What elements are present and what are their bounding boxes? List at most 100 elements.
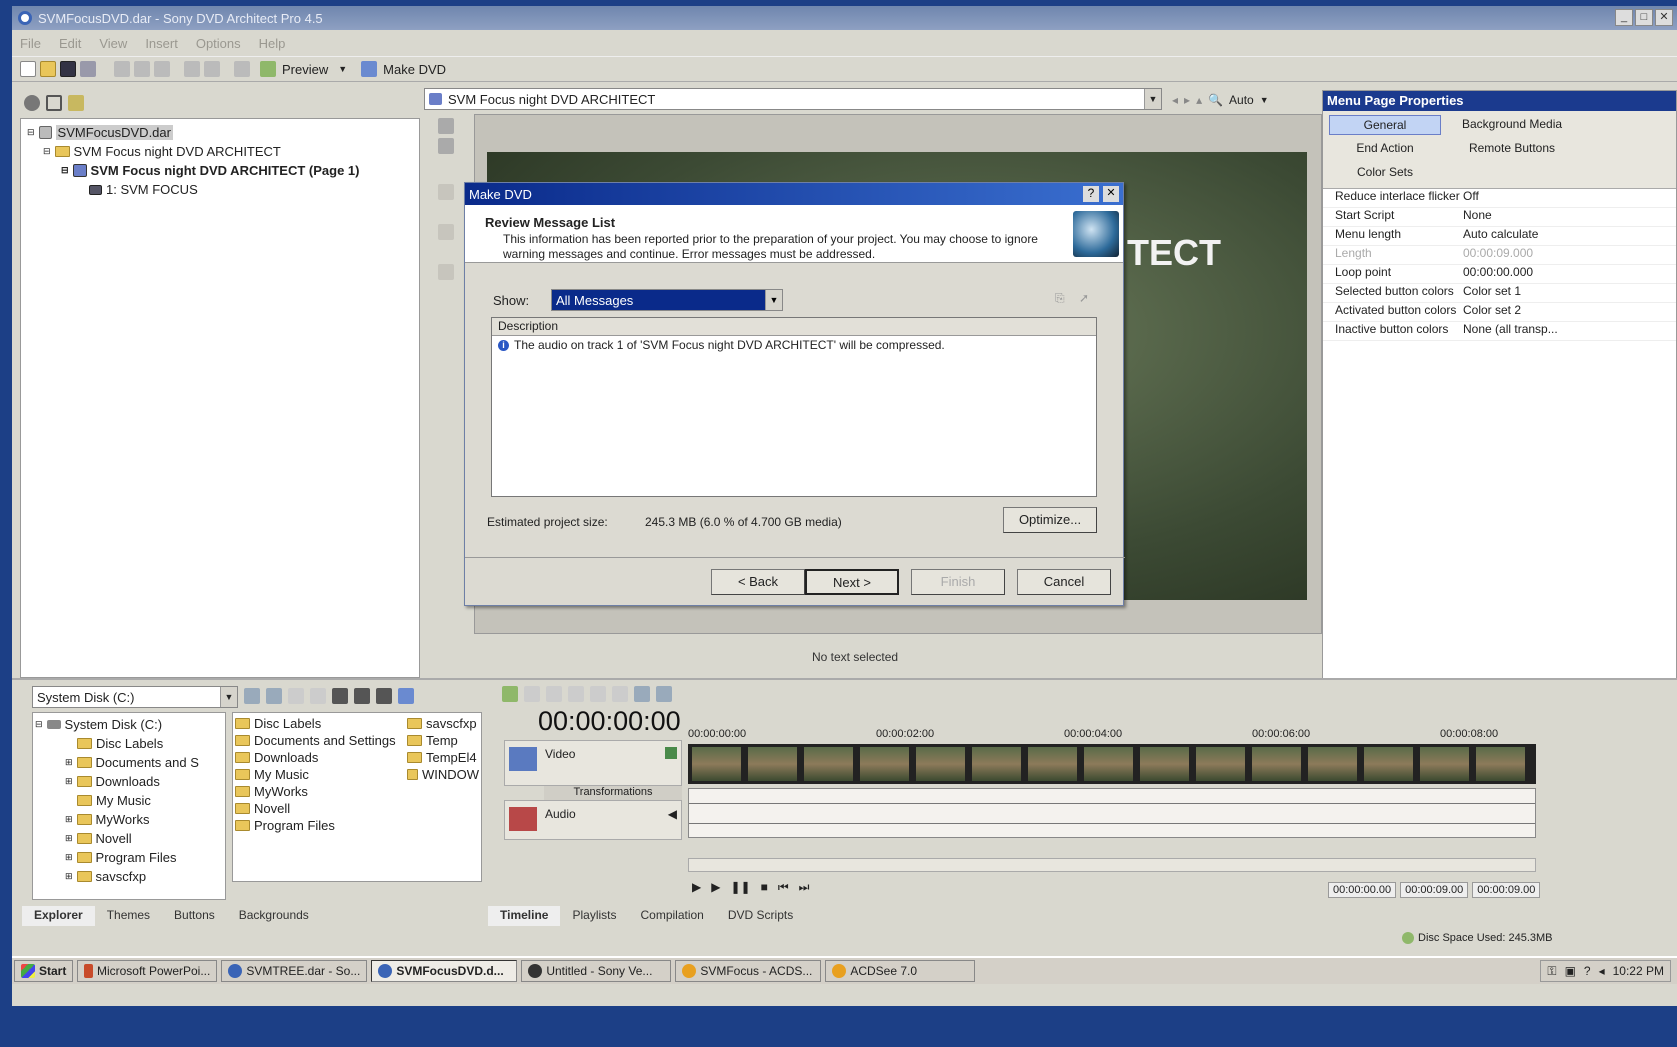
delete-icon[interactable] xyxy=(288,688,304,704)
tab-themes[interactable]: Themes xyxy=(95,906,162,926)
cut-icon[interactable] xyxy=(114,61,130,77)
nav-up-icon[interactable]: ▴ xyxy=(1196,93,1202,107)
selection-end[interactable]: 00:00:09.00 xyxy=(1400,882,1469,898)
zoom-icon[interactable]: 🔍 xyxy=(1208,93,1223,107)
pane-splitter[interactable] xyxy=(12,678,1677,680)
nav-forward-icon[interactable]: ▸ xyxy=(1184,93,1190,107)
menu-edit[interactable]: Edit xyxy=(59,36,81,51)
copy-icon[interactable] xyxy=(134,61,150,77)
snap-icon[interactable] xyxy=(634,686,650,702)
paste-icon[interactable] xyxy=(568,686,584,702)
make-dvd-icon[interactable] xyxy=(361,61,378,77)
minimize-button[interactable]: _ xyxy=(1615,9,1633,26)
prop-row[interactable]: Menu length Auto calculate xyxy=(1323,227,1676,246)
selection-start[interactable]: 00:00:00.00 xyxy=(1328,882,1397,898)
tree-drive[interactable]: ⊟ System Disk (C:) xyxy=(35,715,223,734)
move-tool-icon[interactable] xyxy=(438,138,454,154)
tab-compilation[interactable]: Compilation xyxy=(628,906,715,926)
file-item[interactable]: TempEl4 xyxy=(407,749,479,766)
go-to-end-icon[interactable]: ⏭ xyxy=(799,880,810,898)
tray-help-icon[interactable]: ? xyxy=(1584,964,1591,978)
menu-file[interactable]: File xyxy=(20,36,41,51)
tree-root[interactable]: ⊟ SVMFocusDVD.dar xyxy=(27,123,413,142)
chevron-down-icon[interactable]: ▼ xyxy=(1144,89,1161,109)
settings-icon[interactable] xyxy=(24,95,40,111)
file-item[interactable]: Downloads xyxy=(235,749,407,766)
taskbar-item[interactable]: Untitled - Sony Ve... xyxy=(521,960,672,982)
copy-icon[interactable] xyxy=(546,686,562,702)
timeline-ruler[interactable]: 00:00:00:00 00:00:02:00 00:00:04:00 00:0… xyxy=(688,728,1548,742)
prop-row[interactable]: Selected button colors Color set 1 xyxy=(1323,284,1676,303)
redo-icon[interactable] xyxy=(204,61,220,77)
column-header-description[interactable]: Description xyxy=(492,318,1096,336)
optimize-button[interactable]: Optimize... xyxy=(1003,507,1097,533)
preview-button[interactable]: Preview xyxy=(282,62,328,77)
undo-icon[interactable] xyxy=(184,61,200,77)
make-dvd-button[interactable]: Make DVD xyxy=(383,62,446,77)
speaker-icon[interactable]: ◀ xyxy=(668,807,677,821)
file-item[interactable]: Documents and Settings xyxy=(235,732,407,749)
audio-clip[interactable] xyxy=(688,788,1536,838)
tab-general[interactable]: General xyxy=(1329,115,1441,135)
prop-row[interactable]: Start Script None xyxy=(1323,208,1676,227)
tray-monitor-icon[interactable]: ▣ xyxy=(1565,964,1576,978)
message-row[interactable]: i The audio on track 1 of 'SVM Focus nig… xyxy=(492,336,1096,354)
taskbar-item[interactable]: SVMFocus - ACDS... xyxy=(675,960,822,982)
save-icon[interactable] xyxy=(60,61,76,77)
tab-playlists[interactable]: Playlists xyxy=(560,906,628,926)
tree-folder[interactable]: ⊞ Downloads xyxy=(35,772,223,791)
tree-folder[interactable]: ⊞ Documents and S xyxy=(35,753,223,772)
properties-icon[interactable] xyxy=(80,61,96,77)
file-item[interactable]: MyWorks xyxy=(235,783,407,800)
show-filter-select[interactable]: All Messages ▼ xyxy=(551,289,783,311)
zoom-dropdown-icon[interactable]: ▼ xyxy=(1260,95,1269,105)
prop-row[interactable]: Activated button colors Color set 2 xyxy=(1323,303,1676,322)
tab-backgrounds[interactable]: Backgrounds xyxy=(227,906,321,926)
selection-length[interactable]: 00:00:09.00 xyxy=(1472,882,1541,898)
taskbar-item[interactable]: Microsoft PowerPoi... xyxy=(77,960,218,982)
zoom-level[interactable]: Auto xyxy=(1229,93,1254,107)
tab-remote-buttons[interactable]: Remote Buttons xyxy=(1447,139,1577,159)
play-icon[interactable]: ▶ xyxy=(711,880,720,898)
favorites-icon[interactable] xyxy=(310,688,326,704)
prop-row[interactable]: Loop point 00:00:00.000 xyxy=(1323,265,1676,284)
open-icon[interactable] xyxy=(40,61,56,77)
jump-icon[interactable]: ➚ xyxy=(1079,291,1089,305)
find-icon[interactable] xyxy=(234,61,250,77)
finish-button[interactable]: Finish xyxy=(911,569,1005,595)
tab-end-action[interactable]: End Action xyxy=(1329,139,1441,159)
chevron-down-icon[interactable]: ▼ xyxy=(765,290,782,310)
tray-network-icon[interactable]: ⚿ xyxy=(1547,964,1556,979)
track-toggle-icon[interactable] xyxy=(665,747,677,759)
copy-icon[interactable]: ⎘ xyxy=(1055,291,1065,306)
tree-folder[interactable]: ⊞ Novell xyxy=(35,829,223,848)
tree-item-dvd[interactable]: ⊟ SVM Focus night DVD ARCHITECT xyxy=(27,142,413,161)
next-button[interactable]: Next > xyxy=(805,569,899,595)
back-button[interactable]: < Back xyxy=(711,569,805,595)
auto-preview-icon[interactable] xyxy=(376,688,392,704)
taskbar-item-active[interactable]: SVMFocusDVD.d... xyxy=(371,960,518,982)
file-item[interactable]: Program Files xyxy=(235,817,407,834)
maximize-button[interactable]: □ xyxy=(1635,9,1653,26)
pause-icon[interactable]: ❚❚ xyxy=(730,880,750,898)
close-button[interactable]: ✕ xyxy=(1655,9,1673,26)
paste-icon[interactable] xyxy=(154,61,170,77)
video-track-header[interactable]: Video xyxy=(504,740,682,786)
file-item[interactable]: WINDOW xyxy=(407,766,479,783)
tree-item-page[interactable]: ⊟ SVM Focus night DVD ARCHITECT (Page 1) xyxy=(27,161,413,180)
tree-folder[interactable]: ⊞ MyWorks xyxy=(35,810,223,829)
chevron-down-icon[interactable]: ▼ xyxy=(220,687,237,707)
prop-row[interactable]: Inactive button colors None (all transp..… xyxy=(1323,322,1676,341)
file-item[interactable]: My Music xyxy=(235,766,407,783)
nav-back-icon[interactable]: ◂ xyxy=(1172,93,1178,107)
go-to-start-icon[interactable]: ⏮ xyxy=(778,880,789,898)
dialog-help-button[interactable]: ? xyxy=(1083,186,1099,202)
preview-icon[interactable] xyxy=(260,61,276,77)
prop-row[interactable]: Reduce interlace flicker Off xyxy=(1323,189,1676,208)
add-icon[interactable] xyxy=(68,95,84,111)
taskbar-item[interactable]: SVMTREE.dar - So... xyxy=(221,960,368,982)
tree-folder[interactable]: Disc Labels xyxy=(35,734,223,753)
file-item[interactable]: Novell xyxy=(235,800,407,817)
tree-folder[interactable]: ⊞ Program Files xyxy=(35,848,223,867)
tree-folder[interactable]: My Music xyxy=(35,791,223,810)
